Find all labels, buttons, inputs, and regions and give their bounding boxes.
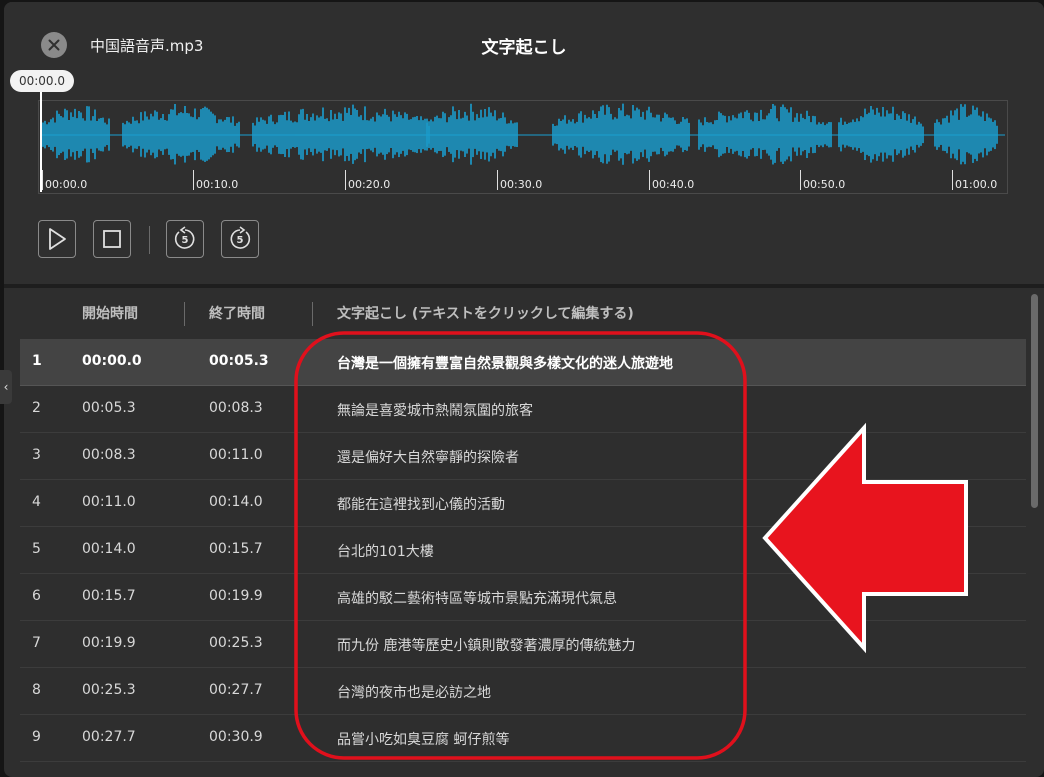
timeline-tick bbox=[345, 170, 346, 190]
chevron-left-icon: ‹ bbox=[3, 380, 9, 394]
start-time: 00:14.0 bbox=[82, 541, 136, 557]
start-time: 00:05.3 bbox=[82, 400, 136, 416]
row-number: 6 bbox=[32, 588, 41, 604]
start-time: 00:19.9 bbox=[82, 635, 136, 651]
page-title: 文字起こし bbox=[481, 38, 567, 58]
row-number: 1 bbox=[32, 353, 42, 369]
transcript-text[interactable]: 品嘗小吃如臭豆腐 蚵仔煎等 bbox=[337, 729, 509, 749]
forward-5-button[interactable]: 5 bbox=[221, 220, 259, 258]
timeline-tick-label: 00:50.0 bbox=[803, 178, 846, 191]
table-row[interactable]: 3 00:08.3 00:11.0 還是偏好大自然寧靜的探險者 bbox=[20, 433, 1026, 480]
start-time: 00:27.7 bbox=[82, 729, 136, 745]
end-time: 00:11.0 bbox=[209, 447, 263, 463]
side-panel-toggle[interactable]: ‹ bbox=[0, 370, 12, 404]
end-time: 00:08.3 bbox=[209, 400, 263, 416]
row-number: 7 bbox=[32, 635, 41, 651]
row-number: 5 bbox=[32, 541, 41, 557]
end-time: 00:25.3 bbox=[209, 635, 263, 651]
end-time: 00:19.9 bbox=[209, 588, 263, 604]
timeline-tick bbox=[649, 170, 650, 190]
row-number: 8 bbox=[32, 682, 41, 698]
timeline-tick bbox=[193, 170, 194, 190]
end-time: 00:14.0 bbox=[209, 494, 263, 510]
start-time: 00:15.7 bbox=[82, 588, 136, 604]
player-section: 中国語音声.mp3 文字起こし 00:00.0 00:00.0 00:10.0 00… bbox=[4, 2, 1044, 284]
table-row[interactable]: 1 00:00.0 00:05.3 台灣是一個擁有豐富自然景觀與多樣文化的迷人旅遊地 bbox=[20, 339, 1026, 386]
rewind-5-button[interactable]: 5 bbox=[166, 220, 204, 258]
column-divider bbox=[184, 302, 185, 326]
table-row[interactable]: 8 00:25.3 00:27.7 台灣的夜市也是必訪之地 bbox=[20, 668, 1026, 715]
timeline-tick bbox=[42, 170, 43, 190]
column-transcript[interactable]: 文字起こし (テキストをクリックして編集する) bbox=[337, 303, 634, 323]
table-row[interactable]: 6 00:15.7 00:19.9 高雄的駁二藝術特區等城市景點充滿現代氣息 bbox=[20, 574, 1026, 621]
stop-button[interactable] bbox=[93, 220, 131, 258]
controls-divider bbox=[149, 226, 150, 254]
transcript-table: 開始時間 終了時間 文字起こし (テキストをクリックして編集する) 1 00:00… bbox=[20, 288, 1026, 777]
start-time: 00:11.0 bbox=[82, 494, 136, 510]
start-time: 00:25.3 bbox=[82, 682, 136, 698]
timeline-tick-label: 00:20.0 bbox=[348, 178, 391, 191]
start-time: 00:00.0 bbox=[82, 353, 142, 369]
stop-icon bbox=[103, 230, 121, 248]
table-header: 開始時間 終了時間 文字起こし (テキストをクリックして編集する) bbox=[20, 288, 1026, 336]
table-row[interactable]: 7 00:19.9 00:25.3 而九份 鹿港等歷史小鎮則散發著濃厚的傳統魅力 bbox=[20, 621, 1026, 668]
play-icon bbox=[49, 228, 66, 250]
timeline-tick-label: 00:10.0 bbox=[196, 178, 239, 191]
transcript-text[interactable]: 台灣的夜市也是必訪之地 bbox=[337, 682, 491, 702]
column-end-time[interactable]: 終了時間 bbox=[209, 303, 265, 323]
transcript-text[interactable]: 高雄的駁二藝術特區等城市景點充滿現代氣息 bbox=[337, 588, 617, 608]
transcript-text[interactable]: 台灣是一個擁有豐富自然景觀與多樣文化的迷人旅遊地 bbox=[337, 353, 673, 373]
table-row[interactable]: 4 00:11.0 00:14.0 都能在這裡找到心儀的活動 bbox=[20, 480, 1026, 527]
end-time: 00:30.9 bbox=[209, 729, 263, 745]
timeline-tick-label: 00:00.0 bbox=[45, 178, 88, 191]
play-button[interactable] bbox=[38, 220, 76, 258]
timeline-tick bbox=[800, 170, 801, 190]
column-divider bbox=[312, 302, 313, 326]
table-row[interactable]: 9 00:27.7 00:30.9 品嘗小吃如臭豆腐 蚵仔煎等 bbox=[20, 715, 1026, 762]
row-number: 4 bbox=[32, 494, 41, 510]
row-number: 9 bbox=[32, 729, 41, 745]
timeline-tick-label: 00:30.0 bbox=[500, 178, 543, 191]
transcription-dialog: 中国語音声.mp3 文字起こし 00:00.0 00:00.0 00:10.0 00… bbox=[4, 2, 1044, 777]
end-time: 00:15.7 bbox=[209, 541, 263, 557]
table-row[interactable]: 2 00:05.3 00:08.3 無論是喜愛城市熱鬧氛圍的旅客 bbox=[20, 386, 1026, 433]
timeline-tick-label: 01:00.0 bbox=[955, 178, 998, 191]
start-time: 00:08.3 bbox=[82, 447, 136, 463]
timeline-tick-label: 00:40.0 bbox=[652, 178, 695, 191]
transcript-text[interactable]: 台北的101大樓 bbox=[337, 541, 434, 561]
row-number: 3 bbox=[32, 447, 41, 463]
timeline-tick bbox=[952, 170, 953, 190]
end-time: 00:27.7 bbox=[209, 682, 263, 698]
transcript-text[interactable]: 無論是喜愛城市熱鬧氛圍的旅客 bbox=[337, 400, 533, 420]
timeline-tick bbox=[497, 170, 498, 190]
end-time: 00:05.3 bbox=[209, 353, 269, 369]
rewind-seconds: 5 bbox=[181, 234, 189, 246]
transcript-text[interactable]: 都能在這裡找到心儀的活動 bbox=[337, 494, 505, 514]
transcript-text[interactable]: 而九份 鹿港等歷史小鎮則散發著濃厚的傳統魅力 bbox=[337, 635, 635, 655]
forward-seconds: 5 bbox=[236, 234, 244, 246]
column-start-time[interactable]: 開始時間 bbox=[82, 303, 138, 323]
transcript-text[interactable]: 還是偏好大自然寧靜的探險者 bbox=[337, 447, 519, 467]
current-time-badge: 00:00.0 bbox=[10, 70, 74, 92]
table-scrollbar[interactable] bbox=[1031, 294, 1038, 508]
row-number: 2 bbox=[32, 400, 41, 416]
table-row[interactable]: 5 00:14.0 00:15.7 台北的101大樓 bbox=[20, 527, 1026, 574]
